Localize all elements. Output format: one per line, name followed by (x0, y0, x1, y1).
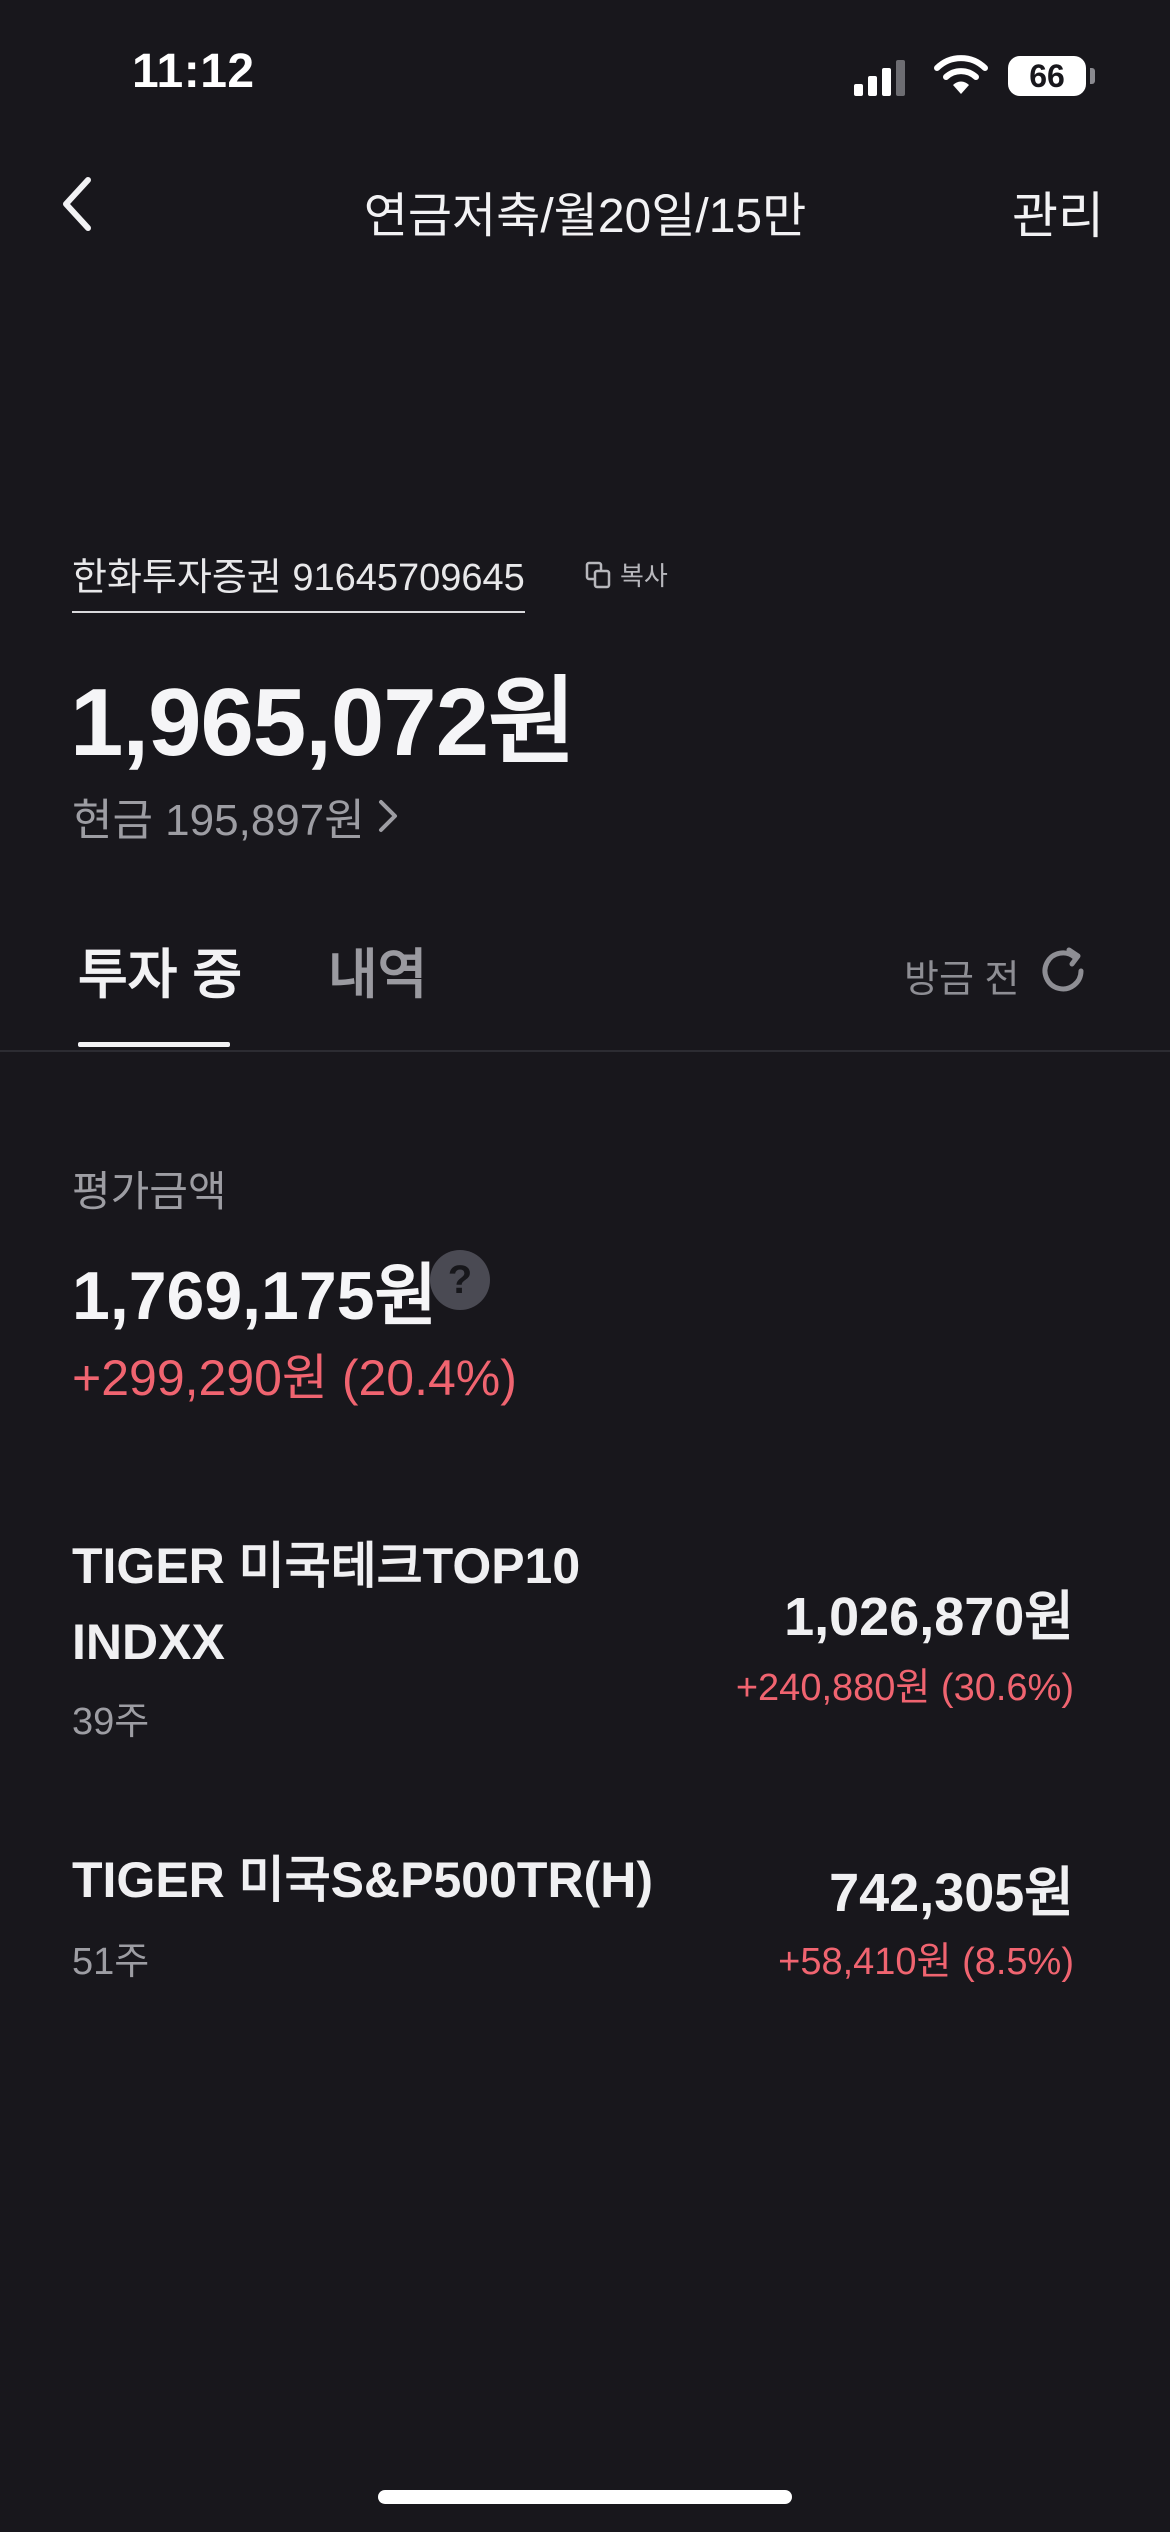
copy-button[interactable]: 복사 (584, 556, 668, 593)
home-indicator (378, 2490, 792, 2504)
valuation-label: 평가금액 (72, 1168, 227, 1215)
tab-history[interactable]: 내역 (328, 930, 427, 1009)
holding-name-line: INDXX (72, 1614, 225, 1670)
holding-quantity: 39주 (72, 1701, 150, 1743)
holding-value: 742,305원 (829, 1863, 1074, 1923)
holding-value: 1,026,870원 (784, 1587, 1074, 1647)
valuation-amount: 1,769,175원 (72, 1258, 438, 1334)
holding-change: +240,880원 (30.6%) (735, 1667, 1074, 1709)
holding-name[interactable]: TIGER 미국테크TOP10 INDXX (72, 1528, 632, 1680)
cash-balance-label: 현금 195,897원 (72, 796, 365, 845)
holding-name[interactable]: TIGER 미국S&P500TR(H) (72, 1842, 772, 1918)
holding-change: +58,410원 (8.5%) (778, 1941, 1074, 1983)
manage-button[interactable]: 관리 (1012, 176, 1104, 248)
help-icon[interactable]: ? (430, 1250, 490, 1310)
account-number-link[interactable]: 한화투자증권 91645709645 (72, 546, 525, 613)
active-tab-indicator (78, 1042, 230, 1047)
chevron-right-icon (378, 800, 397, 832)
valuation-change: +299,290원 (20.4%) (72, 1350, 517, 1406)
last-updated-label: 방금 전 (904, 959, 1020, 1001)
refresh-icon[interactable] (1036, 944, 1090, 998)
battery-indicator: 66 (1008, 56, 1086, 96)
holding-name-line: TIGER 미국테크TOP10 (72, 1538, 581, 1594)
tab-investing[interactable]: 투자 중 (78, 930, 242, 1009)
cellular-signal-icon (854, 60, 905, 96)
holding-quantity: 51주 (72, 1941, 150, 1983)
cash-balance-link[interactable]: 현금 195,897원 (72, 784, 399, 848)
wifi-icon (934, 55, 988, 94)
battery-tip (1090, 68, 1095, 84)
copy-icon (585, 561, 611, 588)
page-title: 연금저축/월20일/15만 (363, 190, 807, 243)
tab-divider (0, 1050, 1170, 1052)
copy-label: 복사 (620, 561, 668, 591)
total-assets: 1,965,072원 (70, 669, 576, 776)
status-time: 11:12 (132, 45, 255, 98)
